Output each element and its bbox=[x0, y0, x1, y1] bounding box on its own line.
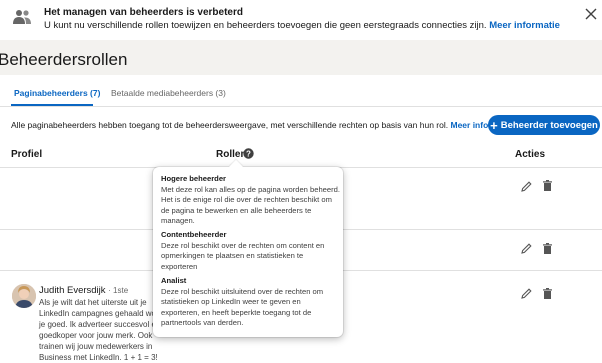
tooltip-role-analyst: Analist Deze rol beschikt uitsluitend ov… bbox=[161, 276, 341, 329]
tooltip-role-senior-admin: Hogere beheerder Met deze rol kan alles … bbox=[161, 174, 341, 227]
admin-name[interactable]: Judith Eversdijk · 1ste bbox=[39, 285, 128, 296]
trash-icon[interactable] bbox=[541, 287, 554, 300]
tab-bar: Paginabeheerders (7) Betaalde mediabehee… bbox=[0, 80, 602, 107]
add-admin-button[interactable]: + Beheerder toevoegen bbox=[488, 115, 600, 135]
avatar[interactable] bbox=[12, 284, 36, 308]
tab-page-admins[interactable]: Paginabeheerders (7) bbox=[14, 88, 100, 98]
notification-learn-more-link[interactable]: Meer informatie bbox=[489, 20, 560, 31]
column-header-profile: Profiel bbox=[11, 149, 43, 160]
avatar-image bbox=[12, 284, 36, 308]
svg-text:?: ? bbox=[246, 149, 251, 158]
active-tab-indicator bbox=[11, 104, 93, 106]
close-icon[interactable] bbox=[585, 8, 597, 20]
role-description: Met deze rol kan alles op de pagina word… bbox=[161, 184, 340, 226]
role-title: Hogere beheerder bbox=[161, 174, 226, 183]
admin-name-text: Judith Eversdijk bbox=[39, 285, 106, 296]
notification-body: U kunt nu verschillende rollen toewijzen… bbox=[44, 20, 487, 31]
column-header-actions: Acties bbox=[515, 149, 546, 160]
role-title: Analist bbox=[161, 276, 187, 285]
tab-paid-media-admins[interactable]: Betaalde mediabeheerders (3) bbox=[111, 88, 226, 98]
notification-text: U kunt nu verschillende rollen toewijzen… bbox=[44, 20, 560, 31]
edit-icon[interactable] bbox=[520, 242, 533, 255]
info-description: Alle paginabeheerders hebben toegang tot… bbox=[11, 120, 449, 130]
edit-icon[interactable] bbox=[520, 287, 533, 300]
notification-title: Het managen van beheerders is verbeterd bbox=[44, 7, 243, 18]
role-description: Deze rol beschikt uitsluitend over de re… bbox=[161, 286, 324, 328]
add-admin-label: Beheerder toevoegen bbox=[500, 119, 598, 131]
roles-tooltip: Hogere beheerder Met deze rol kan alles … bbox=[153, 159, 343, 337]
edit-icon[interactable] bbox=[520, 180, 533, 193]
notification-banner: Het managen van beheerders is verbeterd … bbox=[0, 0, 602, 41]
connection-degree: · 1ste bbox=[108, 286, 129, 295]
trash-icon[interactable] bbox=[541, 179, 554, 192]
users-icon bbox=[13, 10, 31, 24]
tooltip-role-content-admin: Contentbeheerder Deze rol beschikt over … bbox=[161, 230, 341, 272]
help-icon[interactable]: ? bbox=[243, 148, 254, 159]
role-description: Deze rol beschikt over de rechten om con… bbox=[161, 240, 325, 271]
role-title: Contentbeheerder bbox=[161, 230, 227, 239]
trash-icon[interactable] bbox=[541, 242, 554, 255]
plus-icon: + bbox=[490, 117, 498, 133]
page-title: Beheerdersrollen bbox=[0, 50, 128, 69]
info-text: Alle paginabeheerders hebben toegang tot… bbox=[11, 120, 514, 130]
column-header-roles: Rollen bbox=[216, 149, 247, 160]
